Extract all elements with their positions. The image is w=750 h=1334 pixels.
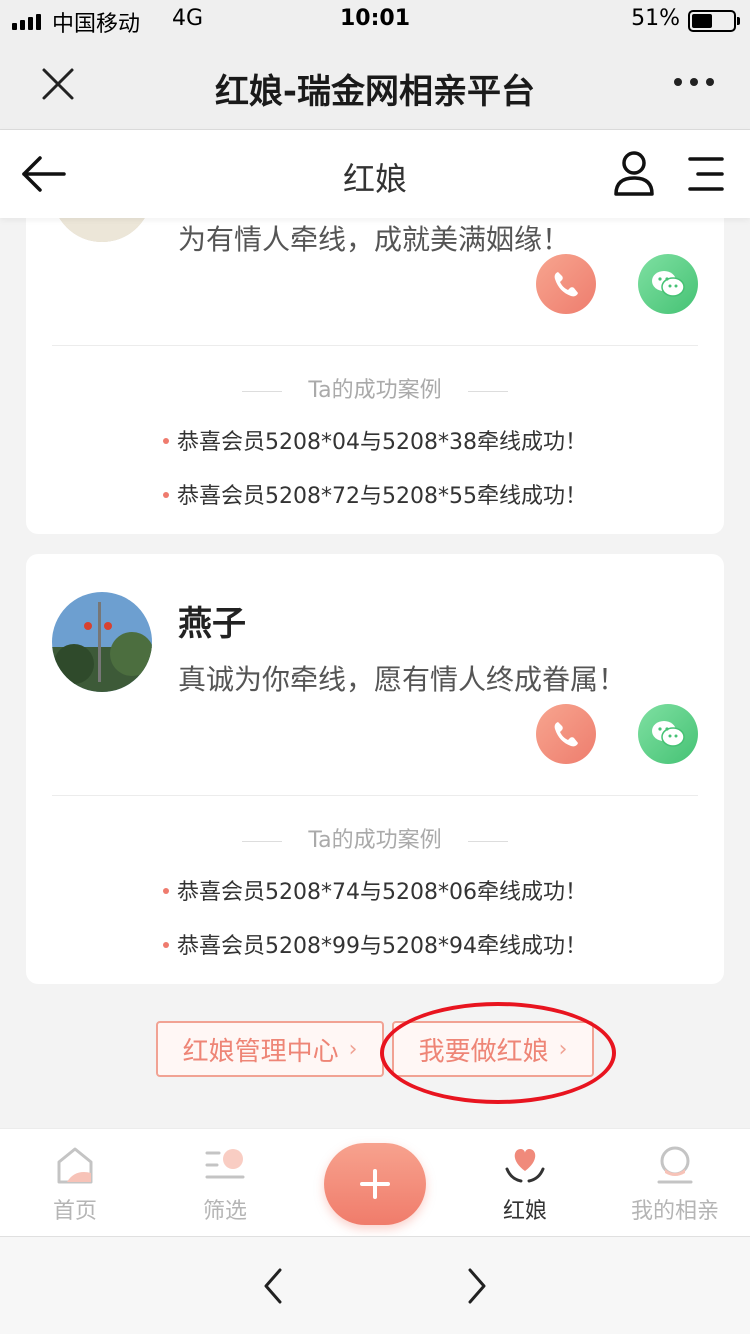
- matchmaker-slogan: 真诚为你牵线，愿有情人终成眷属！: [178, 663, 627, 696]
- battery-percent: 51%: [631, 6, 680, 31]
- browser-nav-bar: [0, 1236, 750, 1334]
- profile-icon: [657, 1146, 693, 1184]
- tab-label: 首页: [52, 1199, 97, 1224]
- avatar[interactable]: [52, 592, 152, 692]
- menu-icon[interactable]: [686, 154, 726, 194]
- cases-title: Ta的成功案例: [26, 372, 724, 404]
- become-matchmaker-button[interactable]: 我要做红娘 ›: [392, 1021, 594, 1077]
- tab-matchmaker[interactable]: 红娘: [450, 1129, 600, 1237]
- app-header: 红娘: [0, 130, 750, 218]
- chevron-right-icon: ›: [348, 1036, 358, 1062]
- wechat-button[interactable]: [638, 704, 698, 764]
- plus-icon: [360, 1169, 390, 1199]
- cases-title: Ta的成功案例: [26, 822, 724, 854]
- card-divider: [52, 795, 698, 796]
- tab-filter[interactable]: 筛选: [150, 1129, 300, 1237]
- matchmaker-icon: [505, 1149, 545, 1183]
- phone-icon: [554, 722, 578, 747]
- chevron-left-icon[interactable]: [258, 1267, 288, 1305]
- wechat-icon: [652, 721, 685, 747]
- wechat-icon: [652, 271, 685, 297]
- more-icon[interactable]: [674, 78, 714, 86]
- add-button[interactable]: [324, 1143, 426, 1225]
- tab-home[interactable]: 首页: [0, 1129, 150, 1237]
- case-item: 恭喜会员5208*04与5208*38牵线成功！: [26, 424, 724, 456]
- home-icon: [57, 1147, 93, 1184]
- tab-label: 筛选: [202, 1199, 247, 1224]
- case-item: 恭喜会员5208*72与5208*55牵线成功！: [26, 478, 724, 510]
- user-icon[interactable]: [612, 150, 656, 198]
- status-bar: 中国移动 4G 10:01 51%: [0, 0, 750, 40]
- chevron-right-icon: ›: [558, 1036, 568, 1062]
- wechat-page-title: 红娘-瑞金网相亲平台: [214, 72, 536, 112]
- tab-label: 我的相亲: [630, 1199, 719, 1224]
- chevron-right-icon[interactable]: [462, 1267, 492, 1305]
- phone-icon: [554, 272, 578, 297]
- card-divider: [52, 345, 698, 346]
- battery-icon: [688, 10, 740, 32]
- filter-icon: [205, 1149, 245, 1179]
- matchmaker-card: 为有情人牵线，成就美满姻缘！ Ta的成功案例 恭喜会员5208*04与5208*…: [26, 218, 724, 534]
- bottom-tab-bar: 首页 筛选 红娘 我的相亲: [0, 1128, 750, 1236]
- case-item: 恭喜会员5208*74与5208*06牵线成功！: [26, 874, 724, 906]
- matchmaker-slogan: 为有情人牵线，成就美满姻缘！: [178, 223, 571, 256]
- wechat-button[interactable]: [638, 254, 698, 314]
- call-button[interactable]: [536, 704, 596, 764]
- case-item: 恭喜会员5208*99与5208*94牵线成功！: [26, 928, 724, 960]
- tab-label: 红娘: [502, 1199, 547, 1224]
- matchmaker-name: 燕子: [178, 604, 246, 644]
- matchmaker-list[interactable]: 为有情人牵线，成就美满姻缘！ Ta的成功案例 恭喜会员5208*04与5208*…: [0, 218, 750, 1128]
- matchmaker-card: 燕子 真诚为你牵线，愿有情人终成眷属！ Ta的成功案例 恭喜会员5208*74与…: [26, 554, 724, 984]
- tab-my-dating[interactable]: 我的相亲: [600, 1129, 750, 1237]
- call-button[interactable]: [536, 254, 596, 314]
- wechat-title-bar: 红娘-瑞金网相亲平台: [0, 40, 750, 130]
- matchmaker-center-button[interactable]: 红娘管理中心 ›: [156, 1021, 384, 1077]
- avatar[interactable]: [52, 218, 152, 242]
